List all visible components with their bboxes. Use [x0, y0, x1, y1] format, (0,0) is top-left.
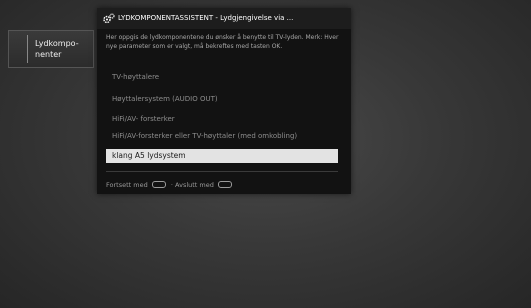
- sound-component-assistant-dialog: LYDKOMPONENTASSISTENT - Lydgjengivelse v…: [97, 8, 351, 194]
- continue-hint: Fortsett med: [106, 181, 148, 189]
- option-tv-speakers[interactable]: TV-høyttalere: [106, 70, 338, 84]
- gear-icon: [103, 13, 115, 24]
- option-speaker-system-audio-out[interactable]: Høyttalersystem (AUDIO OUT): [106, 92, 338, 106]
- side-tab-lydkomponenter[interactable]: Lydkompo- nenter: [8, 30, 94, 68]
- footer-divider: [106, 171, 338, 172]
- option-hifi-av-or-tv-switchable[interactable]: HiFi/AV-forsterker eller TV-høyttaler (m…: [106, 129, 338, 143]
- footer-separator: ·: [170, 181, 173, 189]
- ok-key-icon: [151, 180, 166, 188]
- dialog-title: LYDKOMPONENTASSISTENT - Lydgjengivelse v…: [118, 14, 294, 22]
- option-klang-a5-sound-system[interactable]: klang A5 lydsystem: [106, 149, 338, 163]
- end-key-icon: [217, 180, 232, 188]
- option-hifi-av-amplifier[interactable]: HiFi/AV- forsterker: [106, 112, 338, 126]
- exit-hint: Avslutt med: [175, 181, 214, 189]
- dialog-header: LYDKOMPONENTASSISTENT - Lydgjengivelse v…: [97, 8, 351, 29]
- side-tab-label: Lydkompo- nenter: [35, 39, 79, 59]
- side-tab-divider: [27, 35, 28, 63]
- dialog-description: Her oppgis de lydkomponentene du ønsker …: [106, 34, 339, 50]
- dialog-footer: Fortsett med · Avslutt med: [106, 180, 235, 189]
